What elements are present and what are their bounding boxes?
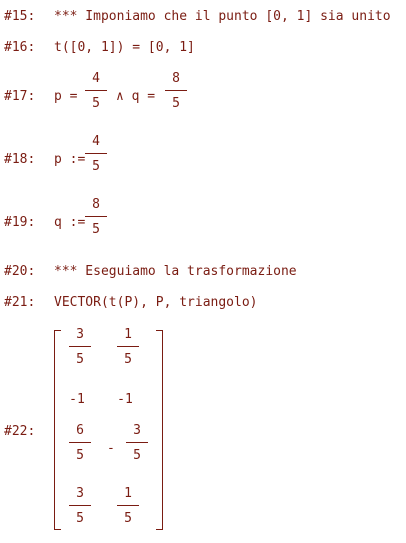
fraction-denominator: 5 xyxy=(92,96,100,111)
fraction-denominator: 5 xyxy=(76,448,84,463)
line-18-fraction[interactable]: 4 5 xyxy=(85,135,107,175)
matrix-cell-r3c1[interactable]: 6 5 xyxy=(69,424,91,464)
fraction-numerator: 3 xyxy=(76,327,84,342)
line-22-label: #22: xyxy=(4,424,36,439)
fraction-bar xyxy=(69,442,91,443)
fraction-bar xyxy=(85,216,107,217)
fraction-denominator: 5 xyxy=(92,159,100,174)
matrix-cell-r2c1[interactable]: -1 xyxy=(63,393,91,406)
fraction-bar xyxy=(85,90,107,91)
fraction-denominator: 5 xyxy=(172,96,180,111)
line-18-label: #18: xyxy=(4,152,36,167)
line-17-q-fraction[interactable]: 8 5 xyxy=(165,72,187,112)
line-15-comment[interactable]: *** Imponiamo che il punto [0, 1] sia un… xyxy=(54,10,391,23)
line-19-fraction[interactable]: 8 5 xyxy=(85,198,107,238)
line-21-label: #21: xyxy=(4,295,36,310)
fraction-bar xyxy=(85,153,107,154)
line-15-label: #15: xyxy=(4,9,36,24)
matrix-cell-r3c2[interactable]: 3 5 xyxy=(126,424,148,464)
fraction-numerator: 4 xyxy=(92,71,100,86)
matrix-cell-r4c2[interactable]: 1 5 xyxy=(117,487,139,527)
line-17-p-fraction[interactable]: 4 5 xyxy=(85,72,107,112)
fraction-denominator: 5 xyxy=(76,352,84,367)
fraction-numerator: 3 xyxy=(76,486,84,501)
fraction-bar xyxy=(69,505,91,506)
fraction-numerator: 8 xyxy=(92,197,100,212)
fraction-denominator: 5 xyxy=(92,222,100,237)
matrix-left-bracket xyxy=(54,330,61,530)
fraction-denominator: 5 xyxy=(124,511,132,526)
fraction-bar xyxy=(165,90,187,91)
line-16-label: #16: xyxy=(4,40,36,55)
fraction-bar xyxy=(117,346,139,347)
matrix-cell-r4c1[interactable]: 3 5 xyxy=(69,487,91,527)
line-18-p-def[interactable]: p := xyxy=(54,153,85,166)
fraction-denominator: 5 xyxy=(124,352,132,367)
line-21-expression[interactable]: VECTOR(t(P), P, triangolo) xyxy=(54,296,258,309)
fraction-bar xyxy=(69,346,91,347)
fraction-numerator: 1 xyxy=(124,327,132,342)
line-17-p-eq[interactable]: p = xyxy=(54,90,77,103)
matrix-cell-r1c2[interactable]: 1 5 xyxy=(117,328,139,368)
matrix-cell-r3c2-sign: - xyxy=(107,441,115,456)
matrix-cell-r1c1[interactable]: 3 5 xyxy=(69,328,91,368)
line-17-label: #17: xyxy=(4,89,36,104)
fraction-denominator: 5 xyxy=(76,511,84,526)
line-19-label: #19: xyxy=(4,215,36,230)
fraction-numerator: 6 xyxy=(76,423,84,438)
fraction-denominator: 5 xyxy=(133,448,141,463)
fraction-numerator: 3 xyxy=(133,423,141,438)
line-16-expression[interactable]: t([0, 1]) = [0, 1] xyxy=(54,41,195,54)
fraction-numerator: 1 xyxy=(124,486,132,501)
matrix-cell-r2c2[interactable]: -1 xyxy=(111,393,139,406)
line-20-comment[interactable]: *** Eseguiamo la trasformazione xyxy=(54,265,297,278)
matrix-right-bracket xyxy=(156,330,163,530)
fraction-numerator: 4 xyxy=(92,134,100,149)
line-20-label: #20: xyxy=(4,264,36,279)
fraction-numerator: 8 xyxy=(172,71,180,86)
line-17-and-q-eq[interactable]: ∧ q = xyxy=(116,90,155,103)
fraction-bar xyxy=(126,442,148,443)
line-19-q-def[interactable]: q := xyxy=(54,216,85,229)
fraction-bar xyxy=(117,505,139,506)
